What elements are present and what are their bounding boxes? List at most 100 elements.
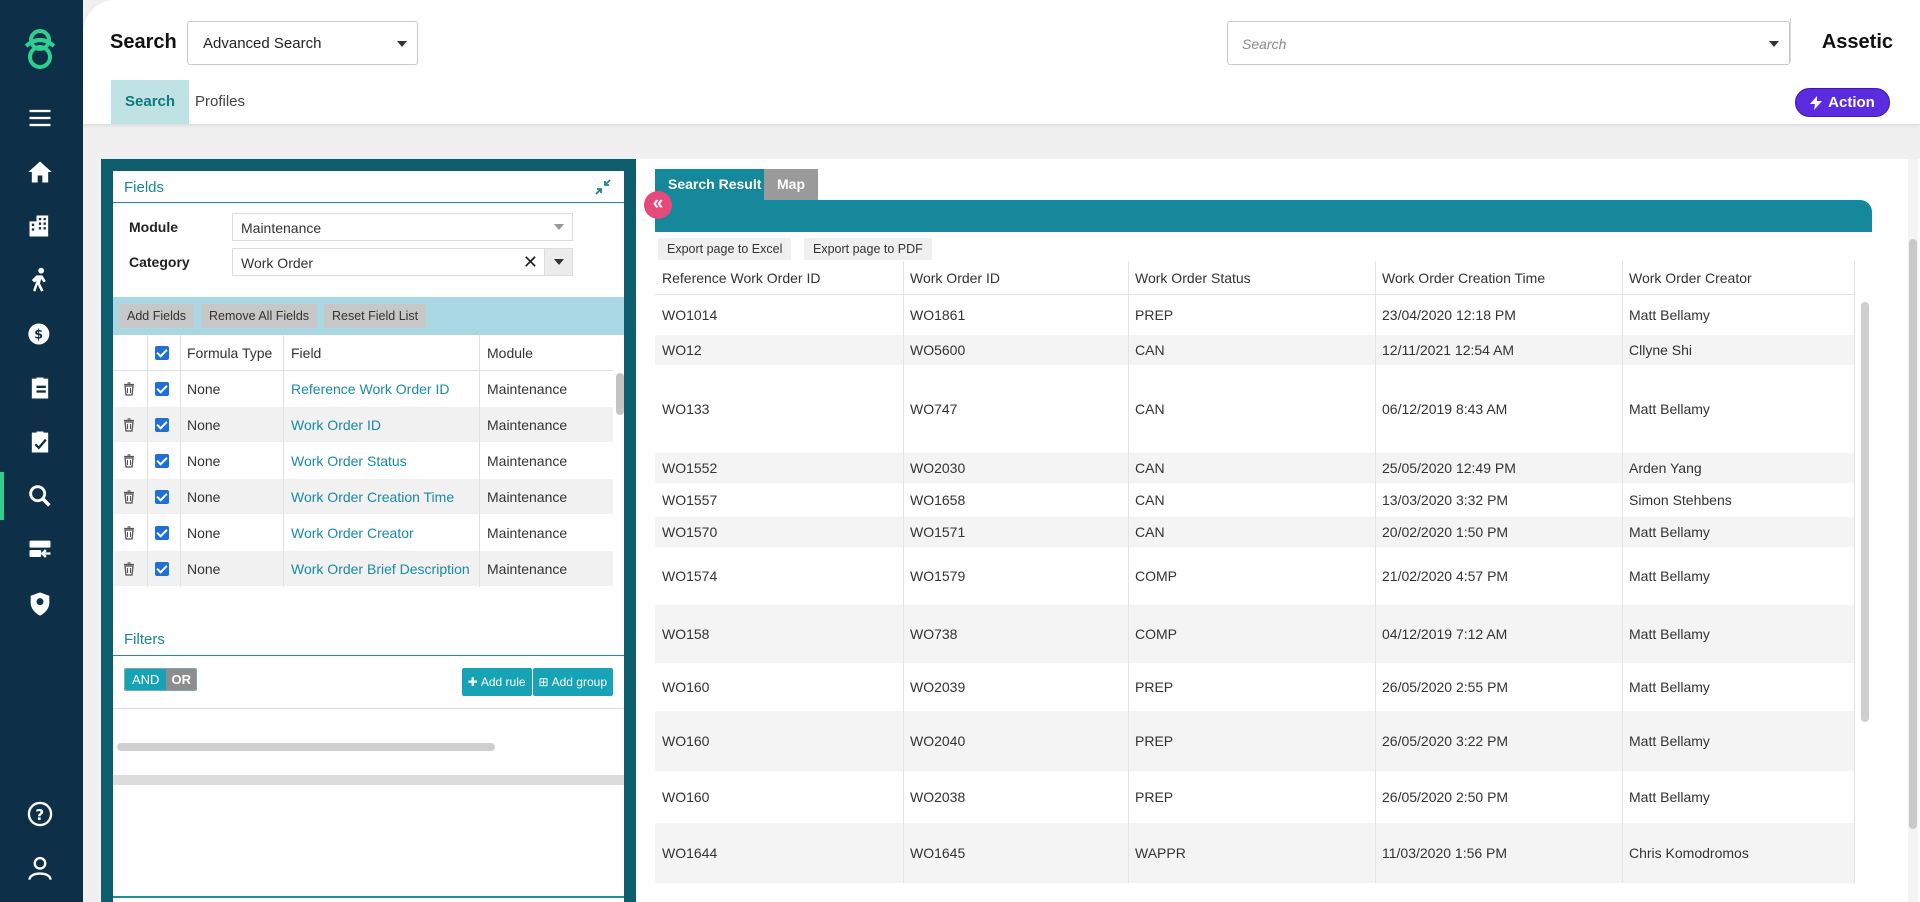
column-header[interactable]: Work Order Creator: [1622, 261, 1752, 294]
column-header[interactable]: Field: [291, 335, 321, 371]
table-row[interactable]: WO1574 WO1579 COMP 21/02/2020 4:57 PM Matt B…: [655, 547, 1855, 605]
trash-icon[interactable]: [122, 454, 136, 468]
search-type-select[interactable]: Advanced Search: [187, 21, 418, 65]
column-header[interactable]: Work Order Status: [1128, 261, 1251, 294]
collapse-left-icon[interactable]: «: [644, 191, 672, 219]
work-order-id-link[interactable]: WO1861: [903, 295, 965, 335]
field-row[interactable]: None Work Order Creation Time Maintenance: [113, 479, 613, 515]
page-scrollbar[interactable]: [1908, 159, 1918, 902]
work-order-id-link[interactable]: WO1658: [903, 483, 965, 517]
table-row[interactable]: WO1570 WO1571 CAN 20/02/2020 1:50 PM Matt Be…: [655, 517, 1855, 547]
results-vertical-scrollbar[interactable]: [1861, 302, 1869, 722]
field-name-link[interactable]: Work Order ID: [291, 407, 381, 443]
work-order-id-link[interactable]: WO5600: [903, 335, 965, 365]
table-row[interactable]: WO160 WO2039 PREP 26/05/2020 2:55 PM Matt Be…: [655, 663, 1855, 711]
home-icon[interactable]: [22, 154, 58, 190]
table-row[interactable]: WO133 WO747 CAN 06/12/2019 8:43 AM Matt Bell…: [655, 365, 1855, 453]
field-name-link[interactable]: Work Order Brief Description: [291, 551, 470, 587]
add-group-button[interactable]: ⊞ Add group: [532, 668, 613, 696]
column-header[interactable]: Formula Type: [187, 335, 272, 371]
worker-icon[interactable]: [22, 262, 58, 298]
field-name-link[interactable]: Reference Work Order ID: [291, 371, 449, 407]
trash-icon[interactable]: [122, 562, 136, 576]
category-value: Work Order: [241, 255, 314, 271]
work-order-id-link[interactable]: WO2040: [903, 711, 965, 771]
and-button[interactable]: AND: [125, 669, 167, 690]
chevron-down-icon: [397, 41, 407, 47]
menu-icon[interactable]: [22, 100, 58, 136]
field-name-link[interactable]: Work Order Creator: [291, 515, 414, 551]
field-checkbox[interactable]: [155, 526, 169, 540]
field-checkbox[interactable]: [155, 382, 169, 396]
table-row[interactable]: WO12 WO5600 CAN 12/11/2021 12:54 AM Cllyne S…: [655, 335, 1855, 365]
field-checkbox[interactable]: [155, 562, 169, 576]
work-order-id-link[interactable]: WO2038: [903, 771, 965, 823]
field-row[interactable]: None Work Order Creator Maintenance: [113, 515, 613, 551]
data-import-icon[interactable]: [22, 532, 58, 568]
add-fields-button[interactable]: Add Fields: [119, 304, 195, 328]
fields-horizontal-scrollbar[interactable]: [117, 743, 495, 751]
global-search-input[interactable]: Search: [1227, 21, 1790, 65]
table-row[interactable]: WO1557 WO1658 CAN 13/03/2020 3:32 PM Simon S…: [655, 483, 1855, 517]
field-name-link[interactable]: Work Order Status: [291, 443, 407, 479]
work-order-id-link[interactable]: WO1571: [903, 517, 965, 547]
security-icon[interactable]: [22, 586, 58, 622]
column-header[interactable]: Work Order ID: [903, 261, 1000, 294]
export-excel-button[interactable]: Export page to Excel: [658, 238, 792, 260]
column-header[interactable]: Work Order Creation Time: [1375, 261, 1545, 294]
task-icon[interactable]: [22, 424, 58, 460]
field-row[interactable]: None Work Order Brief Description Maintena…: [113, 551, 613, 587]
field-row[interactable]: None Work Order Status Maintenance: [113, 443, 613, 479]
field-row[interactable]: None Work Order ID Maintenance: [113, 407, 613, 443]
work-order-id-link[interactable]: WO1579: [903, 547, 965, 605]
select-all-checkbox[interactable]: [155, 346, 169, 360]
finance-icon[interactable]: $: [22, 316, 58, 352]
clear-icon[interactable]: ✕: [523, 252, 538, 273]
field-row[interactable]: None Reference Work Order ID Maintenance: [113, 371, 613, 407]
trash-icon[interactable]: [122, 418, 136, 432]
action-button[interactable]: Action: [1795, 88, 1890, 117]
table-row[interactable]: WO160 WO2038 PREP 26/05/2020 2:50 PM Matt Be…: [655, 771, 1855, 823]
clipboard-icon[interactable]: [22, 370, 58, 406]
collapse-icon[interactable]: [594, 178, 612, 196]
user-icon[interactable]: [22, 850, 58, 886]
field-name-link[interactable]: Work Order Creation Time: [291, 479, 454, 515]
reset-field-list-button[interactable]: Reset Field List: [324, 304, 427, 328]
work-order-id-link[interactable]: WO2030: [903, 453, 965, 483]
table-row[interactable]: WO160 WO2040 PREP 26/05/2020 3:22 PM Matt Be…: [655, 711, 1855, 771]
module-select[interactable]: Maintenance: [232, 213, 573, 241]
chevron-down-icon[interactable]: [544, 249, 572, 275]
field-checkbox[interactable]: [155, 490, 169, 504]
work-order-id-link[interactable]: WO747: [903, 365, 957, 453]
help-icon[interactable]: ?: [22, 796, 58, 832]
work-order-id-link[interactable]: WO2039: [903, 663, 965, 711]
page-scrollbar-thumb[interactable]: [1909, 239, 1917, 829]
column-header[interactable]: Module: [487, 335, 533, 371]
tab-search[interactable]: Search: [111, 80, 190, 124]
table-row[interactable]: WO1552 WO2030 CAN 25/05/2020 12:49 PM Arden …: [655, 453, 1855, 483]
field-checkbox[interactable]: [155, 418, 169, 432]
or-button[interactable]: OR: [166, 669, 196, 690]
column-header[interactable]: Reference Work Order ID: [655, 261, 820, 294]
remove-all-fields-button[interactable]: Remove All Fields: [201, 304, 318, 328]
trash-icon[interactable]: [122, 382, 136, 396]
tab-profiles[interactable]: Profiles: [181, 80, 259, 124]
tab-search-result[interactable]: Search Result: [655, 169, 775, 200]
tab-map[interactable]: Map: [764, 169, 818, 200]
trash-icon[interactable]: [122, 526, 136, 540]
trash-icon[interactable]: [122, 490, 136, 504]
search-icon[interactable]: [22, 478, 58, 514]
table-row[interactable]: WO1644 WO1645 WAPPR 11/03/2020 1:56 PM Chris…: [655, 823, 1855, 883]
work-order-id-link[interactable]: WO738: [903, 605, 957, 663]
work-order-id-link[interactable]: WO1645: [903, 823, 965, 883]
buildings-icon[interactable]: [22, 208, 58, 244]
fields-vertical-scrollbar[interactable]: [616, 373, 624, 415]
lightning-icon: [1810, 95, 1823, 110]
field-checkbox[interactable]: [155, 454, 169, 468]
assetic-logo[interactable]: [20, 26, 60, 70]
table-row[interactable]: WO1014 WO1861 PREP 23/04/2020 12:18 PM Matt …: [655, 295, 1855, 335]
table-row[interactable]: WO158 WO738 COMP 04/12/2019 7:12 AM Matt Bel…: [655, 605, 1855, 663]
category-select[interactable]: Work Order ✕: [232, 248, 573, 276]
add-rule-button[interactable]: ✚ Add rule: [461, 668, 532, 696]
export-pdf-button[interactable]: Export page to PDF: [804, 238, 932, 260]
